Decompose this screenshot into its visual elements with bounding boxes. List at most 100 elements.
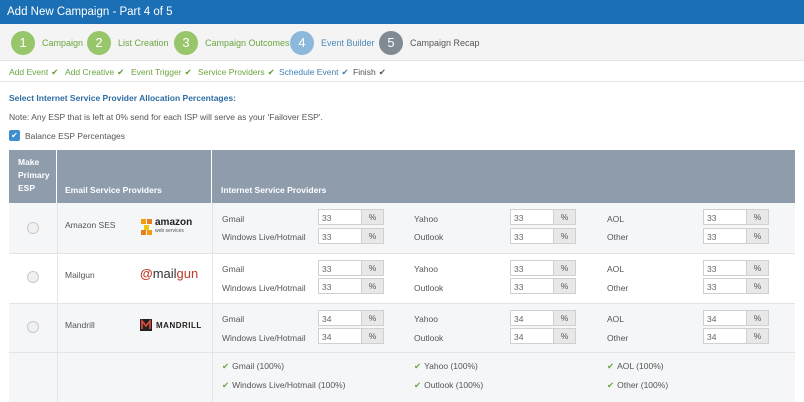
percent-value: 33 bbox=[514, 213, 524, 223]
divider bbox=[212, 203, 213, 254]
percent-input-yahoo[interactable]: 33% bbox=[510, 209, 576, 225]
percent-value: 33 bbox=[707, 232, 717, 242]
step-campaign-recap[interactable]: 5 Campaign Recap bbox=[379, 30, 480, 55]
summary-other: ✔ Other (100%) bbox=[607, 380, 668, 391]
mailgun-logo-mail: mail bbox=[152, 266, 177, 281]
check-icon: ✔ bbox=[184, 67, 192, 77]
substep-service-providers[interactable]: Service Providers ✔ bbox=[198, 67, 275, 78]
amazon-logo-text: amazon bbox=[155, 217, 193, 228]
percent-value: 33 bbox=[322, 282, 332, 292]
table-row: Amazon SES amazon web services Gmail 33%… bbox=[9, 203, 795, 254]
header-make-primary: Make Primary ESP bbox=[18, 157, 50, 193]
percent-sign: % bbox=[746, 279, 768, 293]
percent-input-hotmail[interactable]: 33% bbox=[318, 228, 384, 244]
step-number: 2 bbox=[87, 30, 111, 55]
divider bbox=[57, 353, 58, 402]
percent-input-hotmail[interactable]: 34% bbox=[318, 328, 384, 344]
summary-aol: ✔ AOL (100%) bbox=[607, 361, 664, 372]
step-campaign-outcomes[interactable]: 3 Campaign Outcomes bbox=[174, 30, 290, 55]
check-icon: ✔ bbox=[51, 67, 59, 77]
percent-sign: % bbox=[553, 329, 575, 343]
mandrill-m-icon bbox=[140, 319, 152, 331]
substep-event-trigger[interactable]: Event Trigger ✔ bbox=[131, 67, 192, 78]
primary-esp-radio[interactable] bbox=[27, 271, 39, 283]
step-campaign[interactable]: 1 Campaign bbox=[11, 30, 83, 55]
percent-sign: % bbox=[553, 210, 575, 224]
percent-sign: % bbox=[553, 311, 575, 325]
divider bbox=[212, 353, 213, 402]
percent-input-aol[interactable]: 33% bbox=[703, 260, 769, 276]
isp-label-gmail: Gmail bbox=[222, 314, 245, 324]
percent-sign: % bbox=[746, 261, 768, 275]
check-icon: ✔ bbox=[267, 67, 275, 77]
percent-sign: % bbox=[746, 229, 768, 243]
primary-esp-radio[interactable] bbox=[27, 222, 39, 234]
check-icon: ✔ bbox=[341, 67, 349, 77]
balance-esp-checkbox[interactable]: ✔ Balance ESP Percentages bbox=[9, 130, 125, 141]
table-header: Make Primary ESP Email Service Providers… bbox=[9, 150, 795, 203]
step-label: Campaign Outcomes bbox=[205, 37, 290, 48]
percent-value: 33 bbox=[514, 282, 524, 292]
percent-sign: % bbox=[746, 329, 768, 343]
isp-label-other: Other bbox=[607, 232, 629, 242]
substep-schedule-event[interactable]: Schedule Event ✔ bbox=[279, 67, 349, 78]
percent-input-other[interactable]: 33% bbox=[703, 278, 769, 294]
balance-label: Balance ESP Percentages bbox=[25, 130, 126, 141]
step-list-creation[interactable]: 2 List Creation bbox=[87, 30, 169, 55]
percent-input-outlook[interactable]: 34% bbox=[510, 328, 576, 344]
percent-input-aol[interactable]: 34% bbox=[703, 310, 769, 326]
percent-input-gmail[interactable]: 33% bbox=[318, 209, 384, 225]
percent-value: 33 bbox=[707, 282, 717, 292]
percent-value: 33 bbox=[322, 264, 332, 274]
percent-input-outlook[interactable]: 33% bbox=[510, 228, 576, 244]
esp-name: Mailgun bbox=[65, 270, 95, 280]
divider bbox=[57, 304, 58, 353]
step-number: 3 bbox=[174, 30, 198, 55]
percent-input-hotmail[interactable]: 33% bbox=[318, 278, 384, 294]
mandrill-logo: MANDRILL bbox=[140, 319, 202, 331]
divider bbox=[57, 203, 58, 254]
summary-gmail: ✔ Gmail (100%) bbox=[222, 361, 284, 372]
percent-input-other[interactable]: 34% bbox=[703, 328, 769, 344]
summary-label: Yahoo (100%) bbox=[424, 361, 478, 371]
step-event-builder[interactable]: 4 Event Builder bbox=[290, 30, 375, 55]
failover-note: Note: Any ESP that is left at 0% send fo… bbox=[9, 112, 323, 122]
percent-sign: % bbox=[361, 210, 383, 224]
step-label: Event Builder bbox=[321, 37, 375, 48]
percent-input-other[interactable]: 33% bbox=[703, 228, 769, 244]
isp-label-other: Other bbox=[607, 333, 629, 343]
header-col-esp bbox=[57, 150, 212, 203]
percent-input-yahoo[interactable]: 33% bbox=[510, 260, 576, 276]
percent-value: 34 bbox=[322, 332, 332, 342]
isp-label-hotmail: Windows Live/Hotmail bbox=[222, 283, 306, 293]
summary-yahoo: ✔ Yahoo (100%) bbox=[414, 361, 478, 372]
header-esp: Email Service Providers bbox=[65, 185, 162, 195]
isp-label-yahoo: Yahoo bbox=[414, 314, 438, 324]
step-number: 1 bbox=[11, 30, 35, 55]
percent-input-yahoo[interactable]: 34% bbox=[510, 310, 576, 326]
check-icon: ✔ bbox=[414, 380, 422, 390]
summary-hotmail: ✔ Windows Live/Hotmail (100%) bbox=[222, 380, 346, 391]
percent-value: 34 bbox=[707, 332, 717, 342]
isp-label-yahoo: Yahoo bbox=[414, 264, 438, 274]
substep-add-event[interactable]: Add Event ✔ bbox=[9, 67, 58, 78]
check-icon: ✔ bbox=[222, 361, 230, 371]
isp-label-outlook: Outlook bbox=[414, 333, 444, 343]
checkbox-checked-icon[interactable]: ✔ bbox=[9, 130, 20, 141]
percent-input-gmail[interactable]: 33% bbox=[318, 260, 384, 276]
esp-name: Mandrill bbox=[65, 320, 95, 330]
check-icon: ✔ bbox=[607, 361, 615, 371]
percent-sign: % bbox=[746, 311, 768, 325]
substep-label: Finish bbox=[353, 67, 376, 77]
substep-add-creative[interactable]: Add Creative ✔ bbox=[65, 67, 124, 78]
percent-sign: % bbox=[361, 279, 383, 293]
amazon-logo: amazon web services bbox=[140, 216, 192, 238]
percent-value: 33 bbox=[322, 213, 332, 223]
divider bbox=[212, 254, 213, 304]
percent-value: 34 bbox=[514, 332, 524, 342]
substep-finish[interactable]: Finish ✔ bbox=[353, 67, 386, 78]
percent-input-aol[interactable]: 33% bbox=[703, 209, 769, 225]
percent-input-outlook[interactable]: 33% bbox=[510, 278, 576, 294]
primary-esp-radio[interactable] bbox=[27, 321, 39, 333]
percent-input-gmail[interactable]: 34% bbox=[318, 310, 384, 326]
